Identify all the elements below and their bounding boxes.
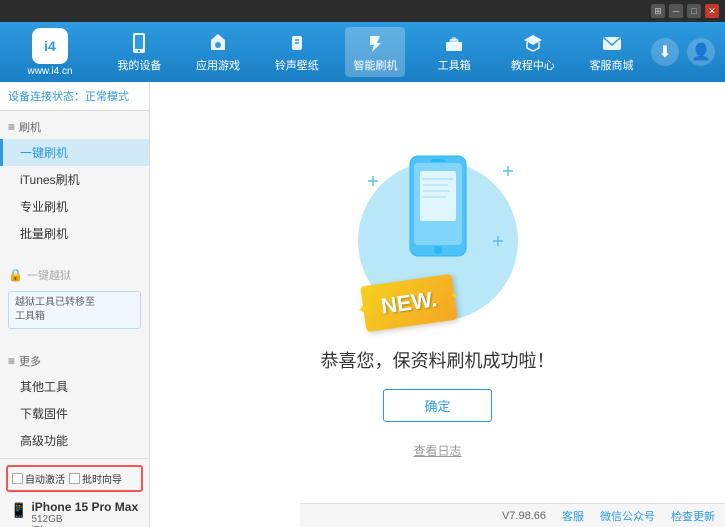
star-right: ✦ bbox=[449, 290, 459, 302]
download-button[interactable]: ⬇ bbox=[651, 38, 679, 66]
nav-label-ringtone: 铃声壁纸 bbox=[275, 57, 319, 73]
nav-item-ringtone[interactable]: 铃声壁纸 bbox=[267, 27, 327, 77]
flash-section: ≡ 刷机 一键刷机 iTunes刷机 专业刷机 批量刷机 bbox=[0, 111, 149, 251]
logo-icon: i4 bbox=[32, 28, 68, 64]
logo: i4 www.i4.cn bbox=[10, 28, 90, 77]
nav-item-app-game[interactable]: 应用游戏 bbox=[188, 27, 248, 77]
log-button[interactable]: 查看日志 bbox=[413, 442, 461, 459]
timed-guide-checkbox[interactable]: 批时向导 bbox=[69, 471, 122, 486]
new-badge-text: NEW. bbox=[379, 286, 438, 319]
status-value: 正常模式 bbox=[85, 91, 129, 103]
nav-item-my-device[interactable]: 我的设备 bbox=[109, 27, 169, 77]
sidebar-item-itunes-flash[interactable]: iTunes刷机 bbox=[0, 166, 149, 193]
service-icon bbox=[600, 31, 624, 55]
footer-link-wechat[interactable]: 微信公众号 bbox=[600, 508, 655, 524]
star-left: ✦ bbox=[356, 301, 368, 316]
flash-section-title: 刷机 bbox=[19, 119, 41, 135]
auto-options-container: 自动激活 批时向导 bbox=[6, 465, 143, 492]
sidebar-item-pro-flash[interactable]: 专业刷机 bbox=[0, 193, 149, 220]
minimize-icon[interactable]: ─ bbox=[669, 4, 683, 18]
header: i4 www.i4.cn 我的设备 应用游戏 铃声壁纸 智能刷机 bbox=[0, 22, 725, 82]
device-details: iPhone 15 Pro Max 512GB iPhone bbox=[31, 500, 138, 527]
more-section-title: 更多 bbox=[19, 353, 41, 369]
jailbreak-notice: 越狱工具已转移至工具箱 bbox=[8, 291, 141, 329]
auto-activate-box[interactable] bbox=[12, 473, 23, 484]
nav-item-service[interactable]: 客服商城 bbox=[582, 27, 642, 77]
timed-guide-label: 批时向导 bbox=[82, 471, 122, 486]
nav-label-service: 客服商城 bbox=[590, 57, 634, 73]
timed-guide-box[interactable] bbox=[69, 473, 80, 484]
maximize-icon[interactable]: □ bbox=[687, 4, 701, 18]
nav-item-smart-flash[interactable]: 智能刷机 bbox=[345, 27, 405, 77]
jailbreak-notice-text: 越狱工具已转移至工具箱 bbox=[15, 297, 95, 322]
jailbreak-label: 一键越狱 bbox=[27, 267, 71, 283]
logo-text: www.i4.cn bbox=[27, 66, 72, 77]
auto-activate-label: 自动激活 bbox=[25, 471, 65, 486]
device-icon bbox=[127, 31, 151, 55]
nav-item-toolbox[interactable]: 工具箱 bbox=[424, 27, 484, 77]
nav-label-app-game: 应用游戏 bbox=[196, 57, 240, 73]
header-right: ⬇ 👤 bbox=[651, 38, 715, 66]
content-area: ✦ NEW. ✦ 恭喜您，保资料刷机成功啦！ 确定 查看日志 V7.98.66 … bbox=[150, 82, 725, 527]
auto-activate-checkbox[interactable]: 自动激活 bbox=[12, 471, 65, 486]
flash-section-header: ≡ 刷机 bbox=[0, 115, 149, 139]
close-icon[interactable]: ✕ bbox=[705, 4, 719, 18]
nav-label-smart-flash: 智能刷机 bbox=[353, 57, 397, 73]
user-button[interactable]: 👤 bbox=[687, 38, 715, 66]
more-section: ≡ 更多 其他工具 下载固件 高级功能 bbox=[0, 345, 149, 458]
nav-label-my-device: 我的设备 bbox=[117, 57, 161, 73]
main: 设备连接状态：正常模式 ≡ 刷机 一键刷机 iTunes刷机 专业刷机 批量刷机 bbox=[0, 82, 725, 527]
success-illustration: ✦ NEW. ✦ 恭喜您，保资料刷机成功啦！ 确定 查看日志 bbox=[321, 151, 555, 459]
footer-link-service[interactable]: 客服 bbox=[562, 508, 584, 524]
tutorial-icon bbox=[521, 31, 545, 55]
sidebar-item-advanced[interactable]: 高级功能 bbox=[0, 427, 149, 454]
sidebar-item-download-firmware[interactable]: 下载固件 bbox=[0, 400, 149, 427]
success-text: 恭喜您，保资料刷机成功啦！ bbox=[321, 347, 555, 373]
sidebar: 设备连接状态：正常模式 ≡ 刷机 一键刷机 iTunes刷机 专业刷机 批量刷机 bbox=[0, 82, 150, 527]
device-name: iPhone 15 Pro Max bbox=[31, 500, 138, 514]
status-label: 设备连接状态： bbox=[8, 91, 85, 103]
more-icon: ≡ bbox=[8, 354, 15, 368]
toolbox-icon bbox=[442, 31, 466, 55]
jailbreak-section: 🔒 一键越狱 越狱工具已转移至工具箱 bbox=[0, 259, 149, 337]
sidebar-bottom: 自动激活 批时向导 📱 iPhone 15 Pro Max 512GB iPho… bbox=[0, 458, 149, 527]
nav-label-toolbox: 工具箱 bbox=[438, 57, 471, 73]
confirm-button[interactable]: 确定 bbox=[383, 389, 491, 422]
app-game-icon bbox=[206, 31, 230, 55]
footer-link-update[interactable]: 检查更新 bbox=[671, 508, 715, 524]
phone-container: ✦ NEW. ✦ bbox=[358, 151, 518, 331]
device-phone-icon: 📱 bbox=[10, 502, 27, 519]
nav-label-tutorial: 教程中心 bbox=[511, 57, 555, 73]
ringtone-icon bbox=[285, 31, 309, 55]
flash-section-icon: ≡ bbox=[8, 120, 15, 134]
sidebar-status: 设备连接状态：正常模式 bbox=[0, 82, 149, 111]
footer: V7.98.66 客服 微信公众号 检查更新 bbox=[300, 503, 725, 527]
top-bar: ⊞ ─ □ ✕ bbox=[0, 0, 725, 22]
sidebar-item-batch-flash[interactable]: 批量刷机 bbox=[0, 220, 149, 247]
sidebar-item-other-tools[interactable]: 其他工具 bbox=[0, 373, 149, 400]
lock-icon: 🔒 bbox=[8, 268, 23, 282]
more-section-header: ≡ 更多 bbox=[0, 349, 149, 373]
nav: 我的设备 应用游戏 铃声壁纸 智能刷机 工具箱 bbox=[100, 27, 651, 77]
jailbreak-header: 🔒 一键越狱 bbox=[0, 263, 149, 287]
smart-flash-icon bbox=[363, 31, 387, 55]
grid-icon[interactable]: ⊞ bbox=[651, 4, 665, 18]
device-storage: 512GB bbox=[31, 514, 138, 525]
device-info: 📱 iPhone 15 Pro Max 512GB iPhone bbox=[6, 498, 143, 527]
nav-item-tutorial[interactable]: 教程中心 bbox=[503, 27, 563, 77]
sidebar-item-one-click-flash[interactable]: 一键刷机 bbox=[0, 139, 149, 166]
footer-version: V7.98.66 bbox=[502, 510, 546, 522]
